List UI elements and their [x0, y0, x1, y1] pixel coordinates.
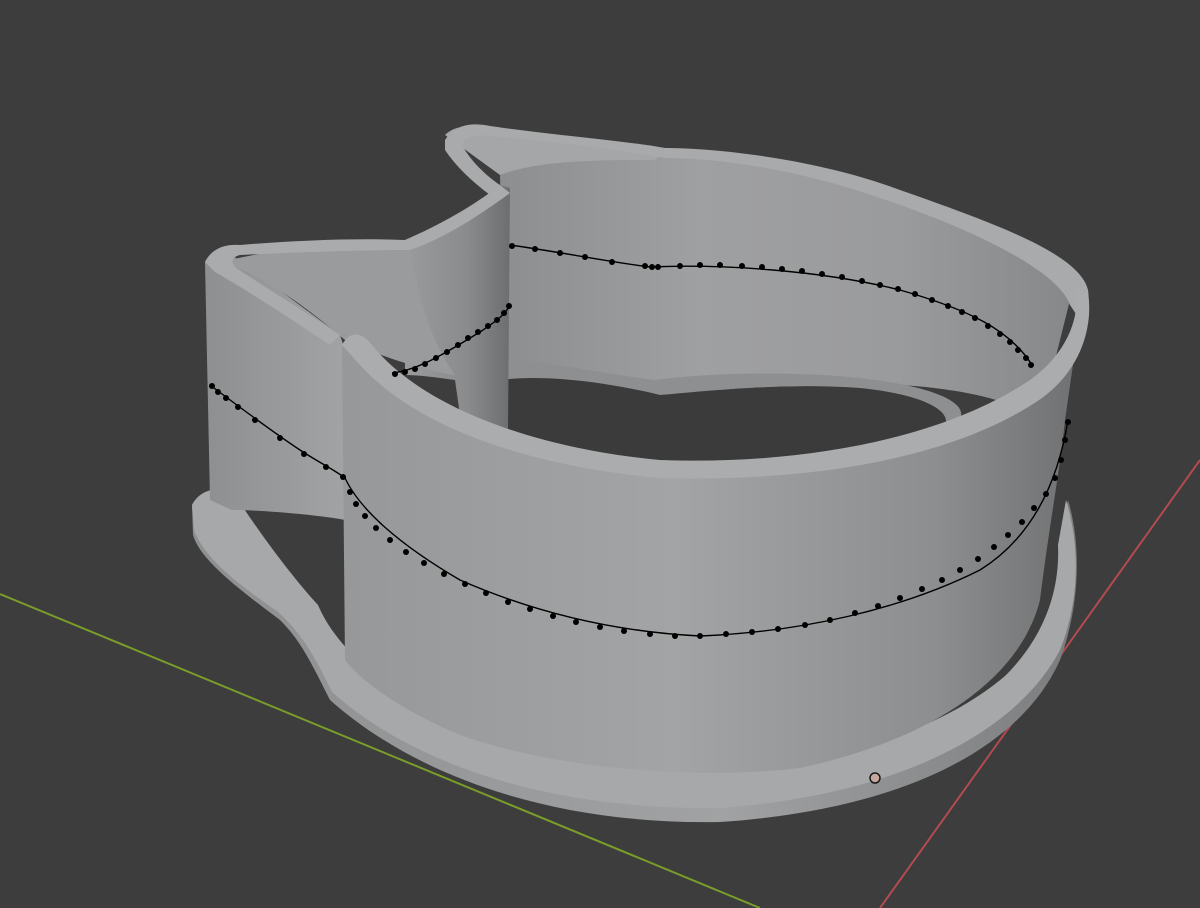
object-origin-marker[interactable]: [869, 772, 881, 784]
3d-viewport[interactable]: [0, 0, 1200, 908]
viewport-canvas[interactable]: [0, 0, 1200, 908]
cookie-cutter-mesh[interactable]: [192, 124, 1090, 823]
